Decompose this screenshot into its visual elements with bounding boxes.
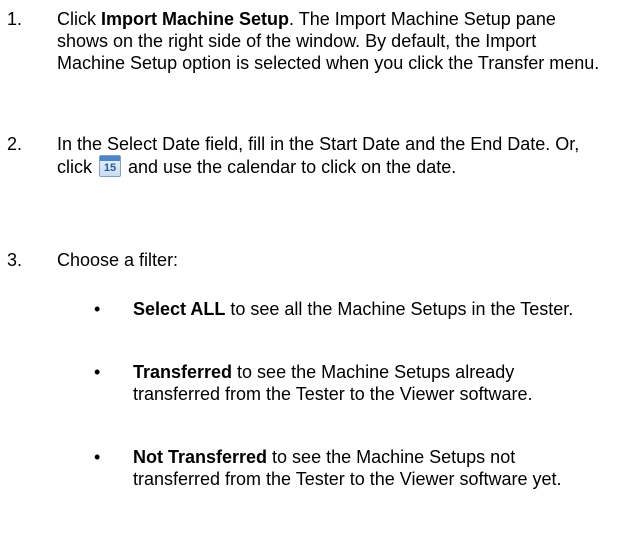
instruction-document: 1. Click Import Machine Setup. The Impor… — [0, 0, 619, 542]
step-lead: Click — [57, 9, 101, 29]
calendar-icon-label: 15 — [103, 162, 117, 174]
step-text-after-icon: and use the calendar to click on the dat… — [123, 157, 457, 177]
bullet-text: Not Transferred to see the Machine Setup… — [133, 446, 603, 490]
step-number: 1. — [7, 9, 23, 29]
bullet-marker: • — [94, 299, 101, 319]
calendar-icon: 15 — [99, 155, 121, 177]
bullet-description: to see all the Machine Setups in the Tes… — [225, 299, 574, 319]
bullet-bold: Select ALL — [133, 299, 226, 319]
step-number: 2. — [7, 134, 23, 154]
step-number: 3. — [7, 250, 23, 270]
bullet-marker: • — [94, 362, 101, 382]
step-text: Click Import Machine Setup. The Import M… — [57, 8, 602, 74]
bullet-marker: • — [94, 447, 101, 467]
step-text: In the Select Date field, fill in the St… — [57, 133, 602, 178]
bullet-text: Transferred to see the Machine Setups al… — [133, 361, 603, 405]
bullet-bold: Transferred — [133, 362, 233, 382]
step-text: Choose a filter: — [57, 250, 179, 270]
step-bold-text: Import Machine Setup — [101, 9, 290, 29]
bullet-text: Select ALL to see all the Machine Setups… — [133, 298, 603, 320]
bullet-bold: Not Transferred — [133, 447, 268, 467]
